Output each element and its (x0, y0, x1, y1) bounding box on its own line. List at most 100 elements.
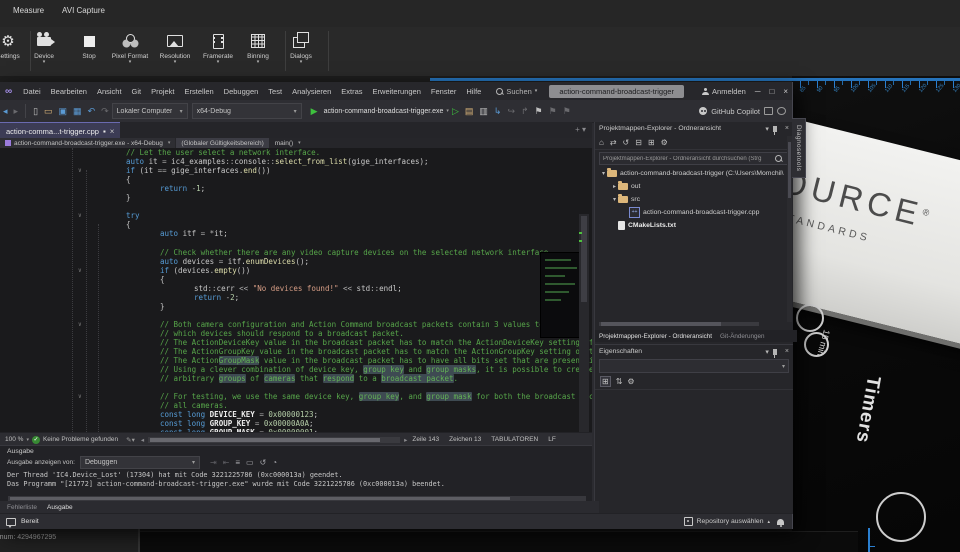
sync-icon[interactable]: ⇄ (610, 138, 617, 147)
sign-in-button[interactable]: Anmelden (702, 87, 746, 96)
edit-tracking-icon[interactable]: ✎▾ (126, 436, 135, 444)
editor-vertical-scrollbar[interactable] (579, 214, 589, 432)
redo-icon[interactable]: ↷ (101, 106, 109, 117)
close-tab-icon[interactable]: × (110, 127, 115, 136)
refresh-icon[interactable]: ↺ (260, 458, 267, 467)
pin-icon[interactable] (773, 349, 777, 355)
notifications-bell-icon[interactable] (777, 519, 784, 525)
tree-item[interactable]: ▸out (595, 180, 793, 193)
tree-item[interactable]: CMakeLists.txt (595, 219, 793, 232)
ribbon-button-pixel-format[interactable]: Pixel Format▾ (108, 29, 152, 74)
breadcrumb-scope[interactable]: (Globaler Gültigkeitsbereich) (176, 138, 268, 148)
clock-icon[interactable]: ◔ (272, 458, 277, 467)
close-icon[interactable]: × (785, 125, 789, 132)
close-icon[interactable]: × (785, 348, 789, 355)
fold-marker-icon[interactable]: ∨ (78, 166, 82, 175)
target-machine-dropdown[interactable]: Lokaler Computer ▾ (112, 103, 188, 119)
tree-item[interactable]: ▾action-command-broadcast-trigger (C:\Us… (595, 167, 793, 180)
solution-explorer-search[interactable]: Projektmappen-Explorer - Ordneransicht d… (599, 152, 789, 165)
save-all-icon[interactable]: ▦ (73, 106, 82, 117)
output-text[interactable]: Der Thread 'IC4.Device_Lost' (17304) hat… (0, 469, 592, 489)
step-over-icon[interactable]: ↪ (507, 106, 515, 117)
pin-icon[interactable] (773, 126, 777, 132)
navigate-back-icon[interactable]: ◂ (3, 106, 8, 117)
output-source-dropdown[interactable]: Debuggen ▾ (80, 456, 200, 469)
menu-item-analysieren[interactable]: Analysieren (292, 87, 331, 96)
menu-item-fenster[interactable]: Fenster (431, 87, 456, 96)
zoom-level[interactable]: 100 % (5, 436, 23, 443)
code-editor[interactable]: // Let the user select a network interfa… (0, 148, 592, 432)
panel-tab-ausgabe[interactable]: Ausgabe (47, 504, 73, 511)
explorer-tab-0[interactable]: Projektmappen-Explorer - Ordneransicht (599, 333, 712, 340)
bookmark-icon[interactable]: ⚑ (535, 106, 543, 117)
navigate-forward-icon[interactable]: ▸ (14, 106, 19, 117)
fold-marker-icon[interactable]: ∨ (78, 266, 82, 275)
tab-bar-overflow-icon[interactable]: + ▾ (575, 125, 586, 134)
menu-item-erweiterungen[interactable]: Erweiterungen (373, 87, 421, 96)
github-copilot-icon[interactable] (699, 107, 707, 115)
menu-item-hilfe[interactable]: Hilfe (466, 87, 481, 96)
home-icon[interactable]: ⌂ (599, 138, 604, 147)
expand-icon[interactable]: ⊞ (648, 138, 655, 147)
collapse-all-icon[interactable]: ⊟ (635, 138, 642, 147)
scroll-right-icon[interactable]: ▸ (404, 436, 407, 444)
eol-mode[interactable]: LF (548, 436, 556, 443)
explorer-horizontal-scrollbar[interactable] (599, 322, 759, 326)
package-icon[interactable]: ▤ (465, 106, 474, 117)
jump-prev-icon[interactable]: ⇤ (223, 458, 230, 467)
panel-tab-fehlerliste[interactable]: Fehlerliste (7, 504, 37, 511)
feedback-bubble-icon[interactable] (6, 518, 16, 526)
categorized-icon[interactable]: ⊞ (600, 376, 611, 387)
ribbon-button-framerate[interactable]: Framerate▾ (196, 29, 240, 74)
bookmark-prev-icon[interactable]: ⚑ (549, 106, 557, 117)
open-folder-icon[interactable]: ▭ (44, 106, 53, 117)
editor-horizontal-scrollbar[interactable] (148, 437, 400, 443)
menu-item-ansicht[interactable]: Ansicht (97, 87, 122, 96)
select-repository-button[interactable]: Repository auswählen ▴ (684, 517, 770, 526)
ribbon-button-dialogs[interactable]: Dialogs▾ (279, 29, 323, 74)
menu-item-git[interactable]: Git (132, 87, 142, 96)
capture-tab-measure[interactable]: Measure (13, 6, 44, 15)
menu-item-extras[interactable]: Extras (341, 87, 362, 96)
tree-expander-icon[interactable]: ▸ (611, 183, 618, 190)
close-button[interactable]: × (783, 87, 788, 96)
settings-icon[interactable]: ⚙ (627, 377, 634, 386)
wrap-icon[interactable]: ≡ (235, 458, 240, 467)
problems-label[interactable]: Keine Probleme gefunden (43, 436, 118, 443)
window-layout-icon[interactable]: ▥ (479, 106, 488, 117)
menu-item-debuggen[interactable]: Debuggen (224, 87, 259, 96)
properties-object-dropdown[interactable]: ▾ (599, 359, 789, 373)
clear-all-icon[interactable]: ▭ (246, 458, 254, 467)
breadcrumb-project[interactable]: action-command-broadcast-trigger.exe - x… (0, 138, 175, 148)
fold-marker-icon[interactable]: ∨ (78, 320, 82, 329)
menu-item-datei[interactable]: Datei (23, 87, 41, 96)
undo-icon[interactable]: ↶ (88, 106, 96, 117)
jump-next-icon[interactable]: ⇥ (210, 458, 217, 467)
menu-item-test[interactable]: Test (268, 87, 282, 96)
breadcrumb-member[interactable]: main() ▾ (270, 138, 306, 148)
vs-search-button[interactable]: Suchen ▾ (496, 87, 537, 96)
menu-item-bearbeiten[interactable]: Bearbeiten (51, 87, 87, 96)
solution-title-pill[interactable]: action-command-broadcast-trigger (549, 85, 684, 98)
ribbon-button-device[interactable]: Device▾ (22, 29, 66, 74)
explorer-tab-1[interactable]: Git-Änderungen (720, 333, 764, 340)
save-icon[interactable]: ▣ (59, 106, 68, 117)
tree-item[interactable]: ++action-command-broadcast-trigger.cpp (595, 206, 793, 219)
tree-item[interactable]: ▾src (595, 193, 793, 206)
new-file-icon[interactable]: ▯ (33, 106, 38, 117)
minimize-button[interactable]: ─ (755, 87, 761, 96)
tree-expander-icon[interactable]: ▾ (600, 170, 607, 177)
step-out-icon[interactable]: ↱ (521, 106, 529, 117)
ribbon-button-binning[interactable]: Binning▾ (236, 29, 280, 74)
settings-icon[interactable]: ⚙ (661, 138, 668, 147)
menu-item-erstellen[interactable]: Erstellen (184, 87, 213, 96)
ribbon-button-stop[interactable]: Stop (67, 29, 111, 74)
step-into-icon[interactable]: ↳ (494, 106, 502, 117)
feedback-icon[interactable] (777, 107, 786, 115)
fold-marker-icon[interactable]: ∨ (78, 211, 82, 220)
configuration-dropdown[interactable]: x64-Debug ▾ (192, 103, 302, 119)
capture-tab-avi-capture[interactable]: AVI Capture (62, 6, 105, 15)
maximize-button[interactable]: □ (769, 87, 774, 96)
scroll-left-icon[interactable]: ◂ (141, 436, 144, 444)
bookmark-next-icon[interactable]: ⚑ (563, 106, 571, 117)
